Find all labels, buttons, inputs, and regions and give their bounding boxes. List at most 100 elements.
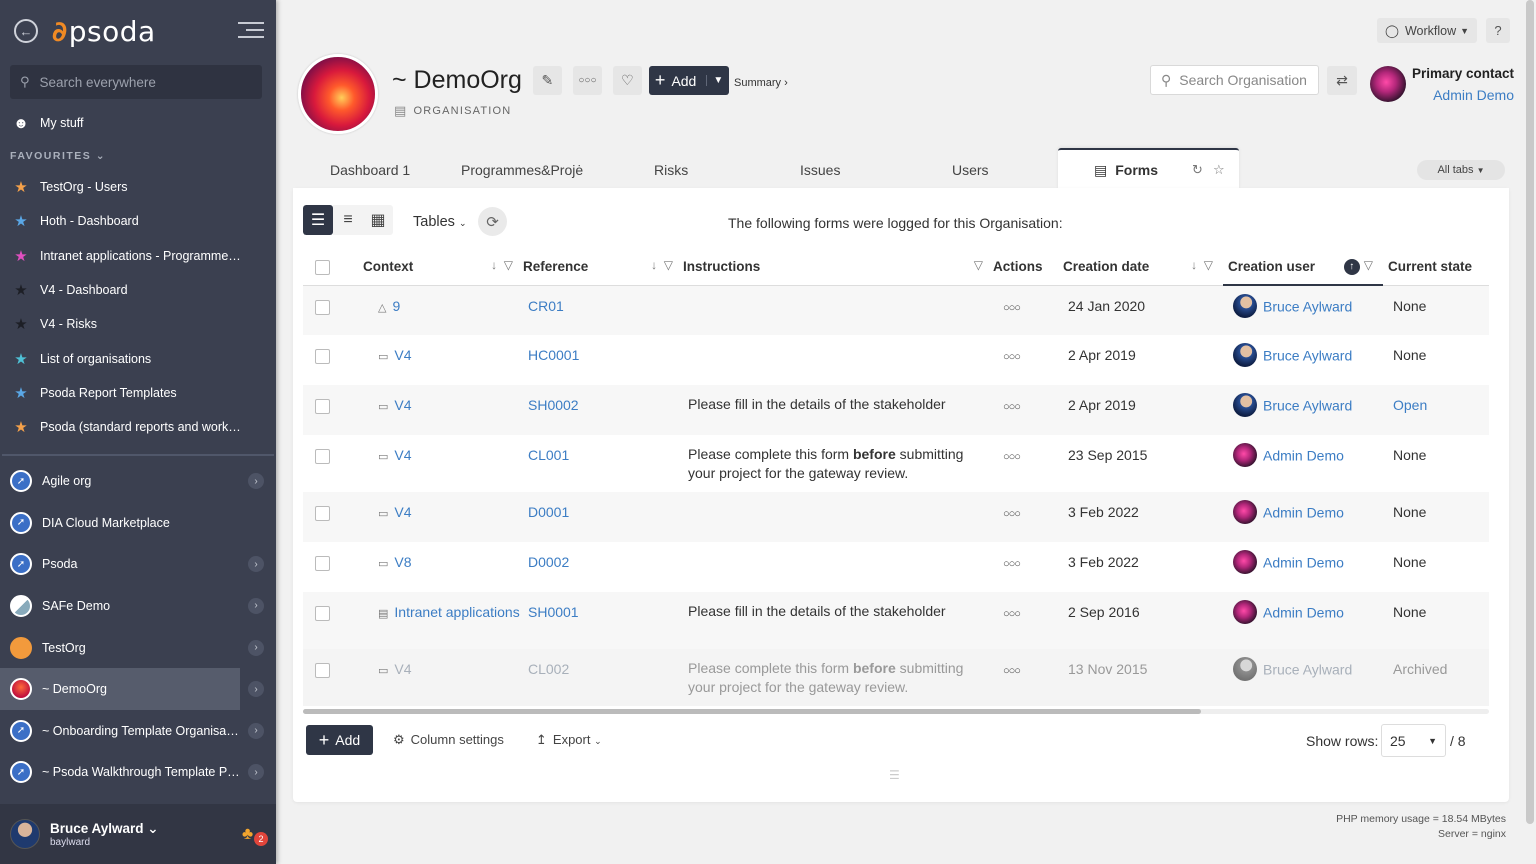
creation-user-link[interactable]: Bruce Aylward: [1263, 299, 1352, 315]
column-header-creation-date[interactable]: Creation date ↓ ▽: [1063, 248, 1223, 286]
sidebar-organisation-item[interactable]: SAFe Demo ›: [0, 585, 276, 627]
tab-issues[interactable]: Issues: [800, 162, 840, 178]
reference-link[interactable]: CL001: [528, 447, 569, 463]
view-list-icon[interactable]: ☰: [303, 205, 333, 235]
more-actions-icon[interactable]: ○○○: [993, 298, 1021, 314]
context-link[interactable]: V8: [394, 554, 411, 570]
sidebar-organisation-item[interactable]: ➚ ~ Onboarding Template Organisa… ›: [0, 710, 276, 752]
organisation-search-input[interactable]: ⚲ Search Organisation: [1150, 65, 1319, 95]
row-checkbox[interactable]: [315, 663, 330, 678]
sidebar-organisation-item[interactable]: TestOrg ›: [0, 627, 276, 669]
sidebar-favourite-item[interactable]: ★ V4 - Risks: [0, 307, 276, 341]
table-row[interactable]: ▭ V4 CL002 Please complete this form before…: [303, 649, 1489, 706]
sidebar-organisation-item[interactable]: ~ DemoOrg ›: [0, 668, 264, 710]
tab-dashboard[interactable]: Dashboard 1: [330, 162, 410, 178]
chevron-right-icon[interactable]: ›: [248, 764, 264, 781]
menu-toggle-icon[interactable]: [238, 22, 264, 43]
more-actions-icon[interactable]: ○○○: [993, 604, 1021, 620]
horizontal-scrollbar-thumb[interactable]: [303, 709, 1201, 714]
tab-programmes-projects[interactable]: Programmes&Projė: [461, 162, 583, 178]
sidebar-favourite-item[interactable]: ★ Psoda Report Templates: [0, 376, 276, 410]
table-row[interactable]: ▭ V4 CL001 Please complete this form before…: [303, 435, 1489, 492]
sort-filter-icons[interactable]: ↓ ▽: [651, 258, 673, 272]
more-actions-icon[interactable]: ○○○: [993, 504, 1021, 520]
sidebar-organisation-item[interactable]: ➚ Agile org ›: [0, 460, 276, 502]
table-row[interactable]: ▭ V8 D0002 ○○○ 3 Feb 2022 Admin Demo None: [303, 542, 1489, 592]
view-compact-icon[interactable]: ≡: [333, 205, 363, 235]
tab-forms[interactable]: ▤ Forms ↻ ☆: [1058, 148, 1239, 190]
chevron-right-icon[interactable]: ›: [248, 556, 264, 573]
context-link[interactable]: V4: [394, 397, 411, 413]
table-row[interactable]: ▭ V4 SH0002 Please fill in the details of t…: [303, 385, 1489, 435]
all-tabs-dropdown[interactable]: All tabs ▼: [1417, 160, 1505, 180]
sidebar-favourite-item[interactable]: ★ Psoda (standard reports and work…: [0, 410, 276, 444]
favourite-star-icon[interactable]: ☆: [1213, 162, 1225, 178]
row-checkbox[interactable]: [315, 606, 330, 621]
context-link[interactable]: V4: [394, 661, 411, 677]
tab-risks[interactable]: Risks: [654, 162, 688, 178]
tag-icon[interactable]: ♡: [612, 66, 642, 95]
sidebar-item-my-stuff[interactable]: ☻ My stuff: [0, 106, 276, 140]
psoda-logo[interactable]: ∂ psoda: [52, 15, 156, 48]
sidebar-organisation-item[interactable]: ➚ Psoda ›: [0, 544, 276, 586]
rows-per-page-select[interactable]: 25 ▼: [1381, 724, 1446, 757]
refresh-icon[interactable]: ⟳: [478, 207, 507, 236]
sort-filter-icons[interactable]: ↑ ▽: [1343, 258, 1373, 275]
edit-icon[interactable]: ✎: [532, 66, 562, 95]
row-checkbox[interactable]: [315, 399, 330, 414]
context-link[interactable]: V4: [394, 347, 411, 363]
help-button[interactable]: ?: [1486, 18, 1510, 43]
tables-dropdown[interactable]: Tables ⌄: [413, 214, 467, 230]
more-actions-icon[interactable]: ○○○: [993, 397, 1021, 413]
creation-user-link[interactable]: Admin Demo: [1263, 555, 1344, 571]
reference-link[interactable]: SH0001: [528, 604, 579, 620]
chevron-right-icon[interactable]: ›: [248, 722, 264, 739]
table-row[interactable]: ▭ V4 D0001 ○○○ 3 Feb 2022 Admin Demo None: [303, 492, 1489, 542]
sidebar-organisation-item[interactable]: ➚ ~ Psoda Walkthrough Template P… ›: [0, 752, 276, 794]
more-actions-icon[interactable]: ○○○: [993, 661, 1021, 677]
view-dense-icon[interactable]: ▦: [363, 205, 393, 235]
column-header-context[interactable]: Context ↓ ▽: [363, 248, 523, 286]
table-row[interactable]: ▭ V4 HC0001 ○○○ 2 Apr 2019 Bruce Aylward None: [303, 335, 1489, 385]
reference-link[interactable]: HC0001: [528, 347, 579, 363]
sidebar-organisation-item[interactable]: ➚ DIA Cloud Marketplace: [0, 502, 276, 544]
context-link[interactable]: 9: [392, 298, 400, 314]
table-row[interactable]: △ 9 CR01 ○○○ 24 Jan 2020 Bruce Aylward None: [303, 285, 1489, 335]
column-settings-button[interactable]: ⚙ Column settings: [393, 732, 504, 748]
back-icon[interactable]: ←: [14, 19, 38, 43]
sidebar-user[interactable]: Bruce Aylward ⌄ baylward ♣ 2: [0, 804, 276, 864]
sidebar-search-input[interactable]: ⚲ Search everywhere: [10, 65, 262, 99]
primary-contact-name[interactable]: Admin Demo: [1433, 87, 1514, 103]
sidebar-favourite-item[interactable]: ★ List of organisations: [0, 341, 276, 375]
notification-bell-icon[interactable]: ♣ 2: [242, 824, 268, 846]
reference-link[interactable]: SH0002: [528, 397, 579, 413]
row-checkbox[interactable]: [315, 449, 330, 464]
tab-users[interactable]: Users: [952, 162, 989, 178]
context-link[interactable]: Intranet applications: [394, 604, 519, 620]
column-header-reference[interactable]: Reference ↓ ▽: [523, 248, 683, 286]
chevron-right-icon[interactable]: ›: [248, 639, 264, 656]
creation-user-link[interactable]: Admin Demo: [1263, 505, 1344, 521]
sort-filter-icons[interactable]: ↓ ▽: [491, 258, 513, 272]
sort-filter-icons[interactable]: ↓ ▽: [1191, 258, 1213, 272]
column-header-current-state[interactable]: Current state: [1383, 248, 1489, 286]
switch-context-icon[interactable]: ⇄: [1327, 66, 1357, 95]
reference-link[interactable]: CL002: [528, 661, 569, 677]
add-form-button[interactable]: + Add: [306, 725, 373, 755]
chevron-right-icon[interactable]: ›: [248, 597, 264, 614]
more-actions-icon[interactable]: ○○○: [993, 554, 1021, 570]
creation-user-link[interactable]: Bruce Aylward: [1263, 398, 1352, 414]
table-row[interactable]: ▤ Intranet applications SH0001 Please fill …: [303, 592, 1489, 649]
row-checkbox[interactable]: [315, 506, 330, 521]
sidebar-favourite-item[interactable]: ★ V4 - Dashboard: [0, 273, 276, 307]
workflow-button[interactable]: ◯ Workflow ▼: [1377, 18, 1477, 43]
summary-link[interactable]: Summary ›: [734, 77, 788, 89]
reference-link[interactable]: CR01: [528, 298, 564, 314]
more-options-icon[interactable]: ○○○: [572, 66, 602, 95]
creation-user-link[interactable]: Bruce Aylward: [1263, 348, 1352, 364]
row-checkbox[interactable]: [315, 349, 330, 364]
primary-contact-avatar[interactable]: [1370, 66, 1406, 102]
sidebar-favourite-item[interactable]: ★ Hoth - Dashboard: [0, 204, 276, 238]
column-header-creation-user[interactable]: Creation user ↑ ▽: [1223, 248, 1383, 286]
creation-user-link[interactable]: Admin Demo: [1263, 448, 1344, 464]
